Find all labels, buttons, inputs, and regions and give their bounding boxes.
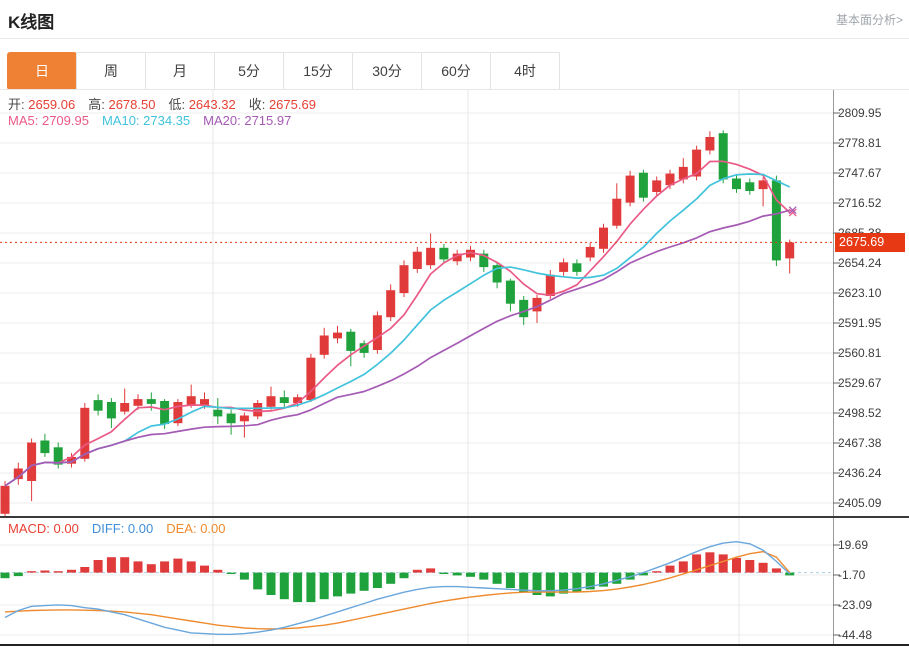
- axis-tick-label: 2716.52: [838, 196, 881, 211]
- legend-value: 2709.95: [42, 113, 89, 128]
- axis-tick-label: 2529.67: [838, 376, 881, 391]
- legend-label: 低:: [168, 97, 188, 112]
- fundamental-analysis-link[interactable]: 基本面分析>: [836, 11, 903, 28]
- legend-value: 2675.69: [269, 97, 316, 112]
- legend-label: 高:: [88, 97, 108, 112]
- axis-tick-label: 2654.24: [838, 256, 881, 271]
- axis-tick-label: 2623.10: [838, 286, 881, 301]
- axis-tick-label: 2560.81: [838, 346, 881, 361]
- tab-period-7[interactable]: 4时: [490, 52, 560, 90]
- legend-value: 2734.35: [143, 113, 190, 128]
- tab-period-3[interactable]: 5分: [214, 52, 284, 90]
- current-price-badge: 2675.69: [835, 233, 905, 252]
- axis-tick-label: -44.48: [838, 628, 872, 643]
- tab-period-5[interactable]: 30分: [352, 52, 422, 90]
- axis-tick-label: 2498.52: [838, 406, 881, 421]
- header-divider: [0, 38, 909, 39]
- macd-chart[interactable]: [0, 518, 909, 645]
- tab-period-1[interactable]: 周: [76, 52, 146, 90]
- axis-tick-label: 2809.95: [838, 106, 881, 121]
- axis-tick-label: -23.09: [838, 598, 872, 613]
- bottom-border: [0, 644, 909, 646]
- main-candlestick-chart[interactable]: [0, 90, 909, 518]
- legend-label: MACD:: [8, 521, 54, 536]
- legend-label: 收:: [249, 97, 269, 112]
- legend-value: 0.00: [200, 521, 225, 536]
- header: K线图 基本面分析>: [0, 0, 909, 38]
- period-tabbar: 日周月5分15分30分60分4时: [8, 52, 560, 90]
- axis-tick-label: 2747.67: [838, 166, 881, 181]
- legend-label: MA20:: [203, 113, 244, 128]
- legend-value: 2715.97: [244, 113, 291, 128]
- panel-separator: [0, 516, 909, 518]
- axis-tick-label: 2591.95: [838, 316, 881, 331]
- ma-legend: MA5: 2709.95 MA10: 2734.35 MA20: 2715.97: [8, 113, 304, 128]
- tab-period-0[interactable]: 日: [7, 52, 77, 90]
- axis-tick-label: 2436.24: [838, 466, 881, 481]
- axis-tick-label: -1.70: [838, 568, 865, 583]
- page-title: K线图: [8, 8, 54, 33]
- legend-label: DEA:: [166, 521, 200, 536]
- ohlc-readout: 开: 2659.06 高: 2678.50 低: 2643.32 收: 2675.69: [8, 94, 329, 113]
- legend-value: 0.00: [54, 521, 79, 536]
- axis-tick-label: 2778.81: [838, 136, 881, 151]
- tab-period-2[interactable]: 月: [145, 52, 215, 90]
- legend-label: MA10:: [102, 113, 143, 128]
- legend-value: 2659.06: [28, 97, 75, 112]
- axis-tick-label: 2467.38: [838, 436, 881, 451]
- macd-legend: MACD: 0.00DIFF: 0.00DEA: 0.00: [8, 521, 239, 536]
- tab-period-6[interactable]: 60分: [421, 52, 491, 90]
- legend-value: 0.00: [128, 521, 153, 536]
- legend-label: DIFF:: [92, 521, 128, 536]
- legend-label: 开:: [8, 97, 28, 112]
- axis-tick-label: 2405.09: [838, 496, 881, 511]
- legend-label: MA5:: [8, 113, 42, 128]
- legend-value: 2678.50: [108, 97, 155, 112]
- legend-value: 2643.32: [189, 97, 236, 112]
- tab-period-4[interactable]: 15分: [283, 52, 353, 90]
- axis-tick-label: 19.69: [838, 538, 868, 553]
